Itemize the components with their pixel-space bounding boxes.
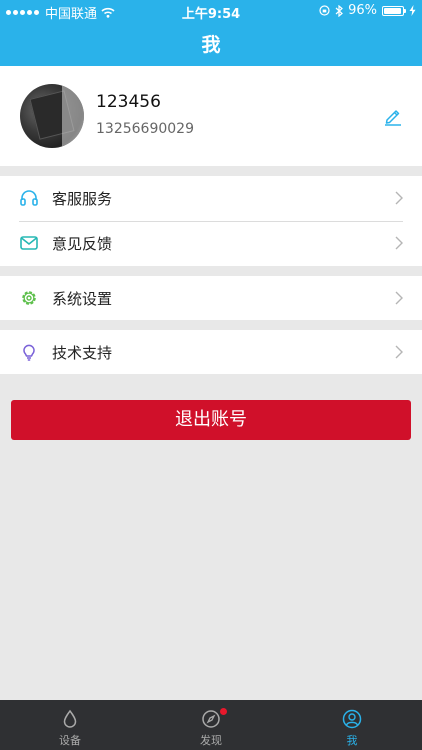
- menu-item-feedback[interactable]: 意见反馈: [0, 221, 422, 265]
- tab-label-devices: 设备: [59, 734, 81, 747]
- chevron-right-icon: [395, 236, 403, 250]
- battery-icon: [382, 5, 406, 16]
- phone-number: 13256690029: [96, 121, 194, 137]
- user-circle-icon: [342, 709, 362, 729]
- menu-label-settings: 系统设置: [52, 290, 113, 308]
- envelope-icon: [20, 236, 38, 250]
- menu-item-customer-service[interactable]: 客服服务: [0, 176, 422, 220]
- status-right: 96%: [319, 3, 416, 18]
- chevron-right-icon: [395, 191, 403, 205]
- battery-percent: 96%: [348, 3, 377, 18]
- page-title: 我: [201, 34, 221, 56]
- menu-label-support: 技术支持: [52, 344, 113, 362]
- lightbulb-icon: [23, 344, 35, 361]
- menu-label-feedback: 意见反馈: [52, 235, 113, 253]
- menu-item-settings[interactable]: 系统设置: [0, 276, 422, 320]
- chevron-right-icon: [395, 345, 403, 359]
- chevron-right-icon: [395, 291, 403, 305]
- notification-badge: [220, 708, 227, 715]
- avatar-photo-highlight: [62, 84, 84, 148]
- username: 123456: [96, 92, 161, 112]
- avatar[interactable]: [20, 84, 84, 148]
- battery-fill: [384, 7, 402, 14]
- orientation-lock-icon: [319, 5, 330, 16]
- menu-label-customer-service: 客服服务: [52, 190, 113, 208]
- menu-group-support: 技术支持: [0, 330, 422, 374]
- bluetooth-icon: [335, 4, 344, 17]
- compass-icon: [202, 710, 220, 728]
- logout-button[interactable]: 退出账号: [11, 400, 411, 440]
- tab-bar: 设备 发现 我: [0, 700, 422, 750]
- tab-label-me: 我: [346, 734, 358, 747]
- menu-item-support[interactable]: 技术支持: [0, 330, 422, 374]
- tab-me[interactable]: 我: [282, 700, 422, 750]
- charging-icon: [409, 5, 416, 16]
- headphones-icon: [20, 190, 38, 206]
- tab-discover[interactable]: 发现: [141, 700, 281, 750]
- profile-card[interactable]: 123456 13256690029: [0, 66, 422, 166]
- pencil-icon[interactable]: [383, 106, 403, 126]
- top-header: 中国联通 上午9:54 96% 我: [0, 0, 422, 66]
- tab-label-discover: 发现: [200, 734, 222, 747]
- tab-devices[interactable]: 设备: [0, 700, 140, 750]
- gear-icon: [22, 291, 36, 305]
- water-drop-icon: [63, 709, 77, 728]
- status-bar: 中国联通 上午9:54 96%: [0, 0, 422, 22]
- menu-group-service: 客服服务 意见反馈: [0, 176, 422, 266]
- menu-group-settings: 系统设置: [0, 276, 422, 320]
